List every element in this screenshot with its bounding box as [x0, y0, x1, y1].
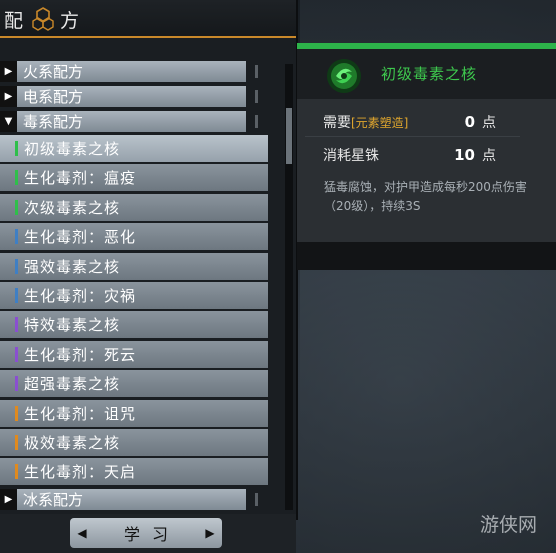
recipe-item[interactable]: 次级毒素之核 [0, 193, 268, 221]
tier-color-bar [15, 346, 18, 362]
requirement-unit: 点 [482, 115, 496, 131]
category-label: 毒系配方 [23, 113, 84, 131]
requirement-value: 0 [464, 113, 475, 131]
next-arrow-icon[interactable]: ▶ [198, 526, 222, 540]
recipe-item-label: 生化毒剂：瘟疫 [24, 169, 137, 188]
recipe-item[interactable]: 生化毒剂：瘟疫 [0, 164, 268, 192]
tier-color-bar [15, 317, 18, 333]
recipe-item[interactable]: 特效毒素之核 [0, 311, 268, 339]
category-end-cap [246, 61, 268, 82]
tier-color-bar [15, 435, 18, 450]
tier-color-bar [15, 288, 18, 303]
recipe-item[interactable]: 极效毒素之核 [0, 429, 268, 456]
category-end-cap [246, 86, 268, 107]
expand-arrow-icon: ▶ [0, 489, 17, 510]
tier-color-bar [15, 170, 18, 186]
tier-color-bar [15, 376, 18, 392]
recipe-item[interactable]: 生化毒剂：恶化 [0, 223, 268, 251]
recipe-item[interactable]: 生化毒剂：天启 [0, 458, 268, 486]
requirement-label-text: 需要 [323, 115, 351, 131]
hexagon-icon [32, 7, 54, 31]
category-electric[interactable]: ▶ 电系配方 [0, 86, 268, 107]
category-ice[interactable]: ▶ 冰系配方 [0, 489, 268, 510]
scrollbar-thumb[interactable] [286, 108, 292, 164]
recipe-item-label: 强效毒素之核 [24, 257, 121, 276]
recipe-item-label: 生化毒剂：恶化 [24, 228, 137, 247]
requirement-tag: [元素塑造] [351, 116, 409, 130]
recipe-item-label: 生化毒剂：诅咒 [24, 404, 137, 423]
detail-footer [297, 242, 556, 270]
tier-color-bar [15, 199, 18, 215]
recipe-item-label: 极效毒素之核 [24, 434, 121, 452]
learn-button-label: 学习 [123, 525, 180, 544]
prev-arrow-icon[interactable]: ◀ [70, 526, 94, 540]
recipe-item-label: 特效毒素之核 [24, 316, 121, 335]
tier-color-bar [15, 229, 18, 245]
cost-row: 消耗星铢 10 点 [305, 141, 520, 169]
detail-title: 初级毒素之核 [381, 65, 478, 83]
requirement-row: 需要[元素塑造] 0 点 [305, 108, 520, 137]
category-poison[interactable]: ▼ 毒系配方 [0, 111, 268, 132]
watermark: 游侠网 [480, 514, 538, 536]
expand-arrow-icon: ▶ [0, 86, 17, 107]
recipe-item-label: 次级毒素之核 [24, 198, 121, 217]
category-label: 电系配方 [23, 88, 84, 106]
recipe-item[interactable]: 生化毒剂：诅咒 [0, 399, 268, 427]
skill-description: 猛毒腐蚀，对护甲造成每秒200点伤害（20级），持续3S [324, 180, 527, 213]
learn-button[interactable]: ◀ 学习 ▶ [70, 518, 222, 548]
category-label: 火系配方 [23, 63, 84, 81]
tier-color-bar [15, 464, 18, 480]
recipe-item[interactable]: 生化毒剂：灾祸 [0, 282, 268, 309]
cost-value: 10 [454, 146, 475, 164]
recipe-panel: 配 方 ▶ 火系配方 ▶ 电系配方 ▼ 毒系配方 初级毒素之核 生化毒剂：瘟疫 次级… [0, 0, 298, 520]
category-label: 冰系配方 [23, 491, 84, 509]
cost-unit: 点 [482, 148, 496, 164]
tier-color-bar [15, 405, 18, 421]
cost-label: 消耗星铢 [323, 148, 379, 164]
category-end-cap [246, 111, 268, 132]
recipe-item-label: 超强毒素之核 [24, 375, 121, 394]
expand-arrow-icon: ▶ [0, 61, 17, 82]
category-fire[interactable]: ▶ 火系配方 [0, 61, 268, 82]
recipe-item[interactable]: 强效毒素之核 [0, 252, 268, 280]
recipe-item[interactable]: 生化毒剂：死云 [0, 340, 268, 368]
recipe-item[interactable]: 初级毒素之核 [0, 135, 268, 162]
title-bar: 配 方 [0, 0, 296, 38]
category-end-cap [246, 489, 268, 510]
poison-core-icon [327, 59, 361, 93]
recipe-list: ▶ 火系配方 ▶ 电系配方 ▼ 毒系配方 初级毒素之核 生化毒剂：瘟疫 次级毒素之核… [0, 60, 282, 515]
collapse-arrow-icon: ▼ [0, 111, 17, 132]
recipe-item-label: 生化毒剂：死云 [24, 345, 137, 364]
tier-color-bar [15, 141, 18, 156]
title-char-2: 方 [60, 10, 80, 32]
tier-color-bar [15, 258, 18, 274]
requirement-label: 需要[元素塑造] [323, 112, 408, 132]
title-char-1: 配 [4, 10, 26, 32]
recipe-item-label: 生化毒剂：灾祸 [24, 287, 137, 305]
recipe-item-label: 生化毒剂：天启 [24, 463, 137, 482]
recipe-item-label: 初级毒素之核 [24, 140, 121, 158]
recipe-item[interactable]: 超强毒素之核 [0, 370, 268, 398]
